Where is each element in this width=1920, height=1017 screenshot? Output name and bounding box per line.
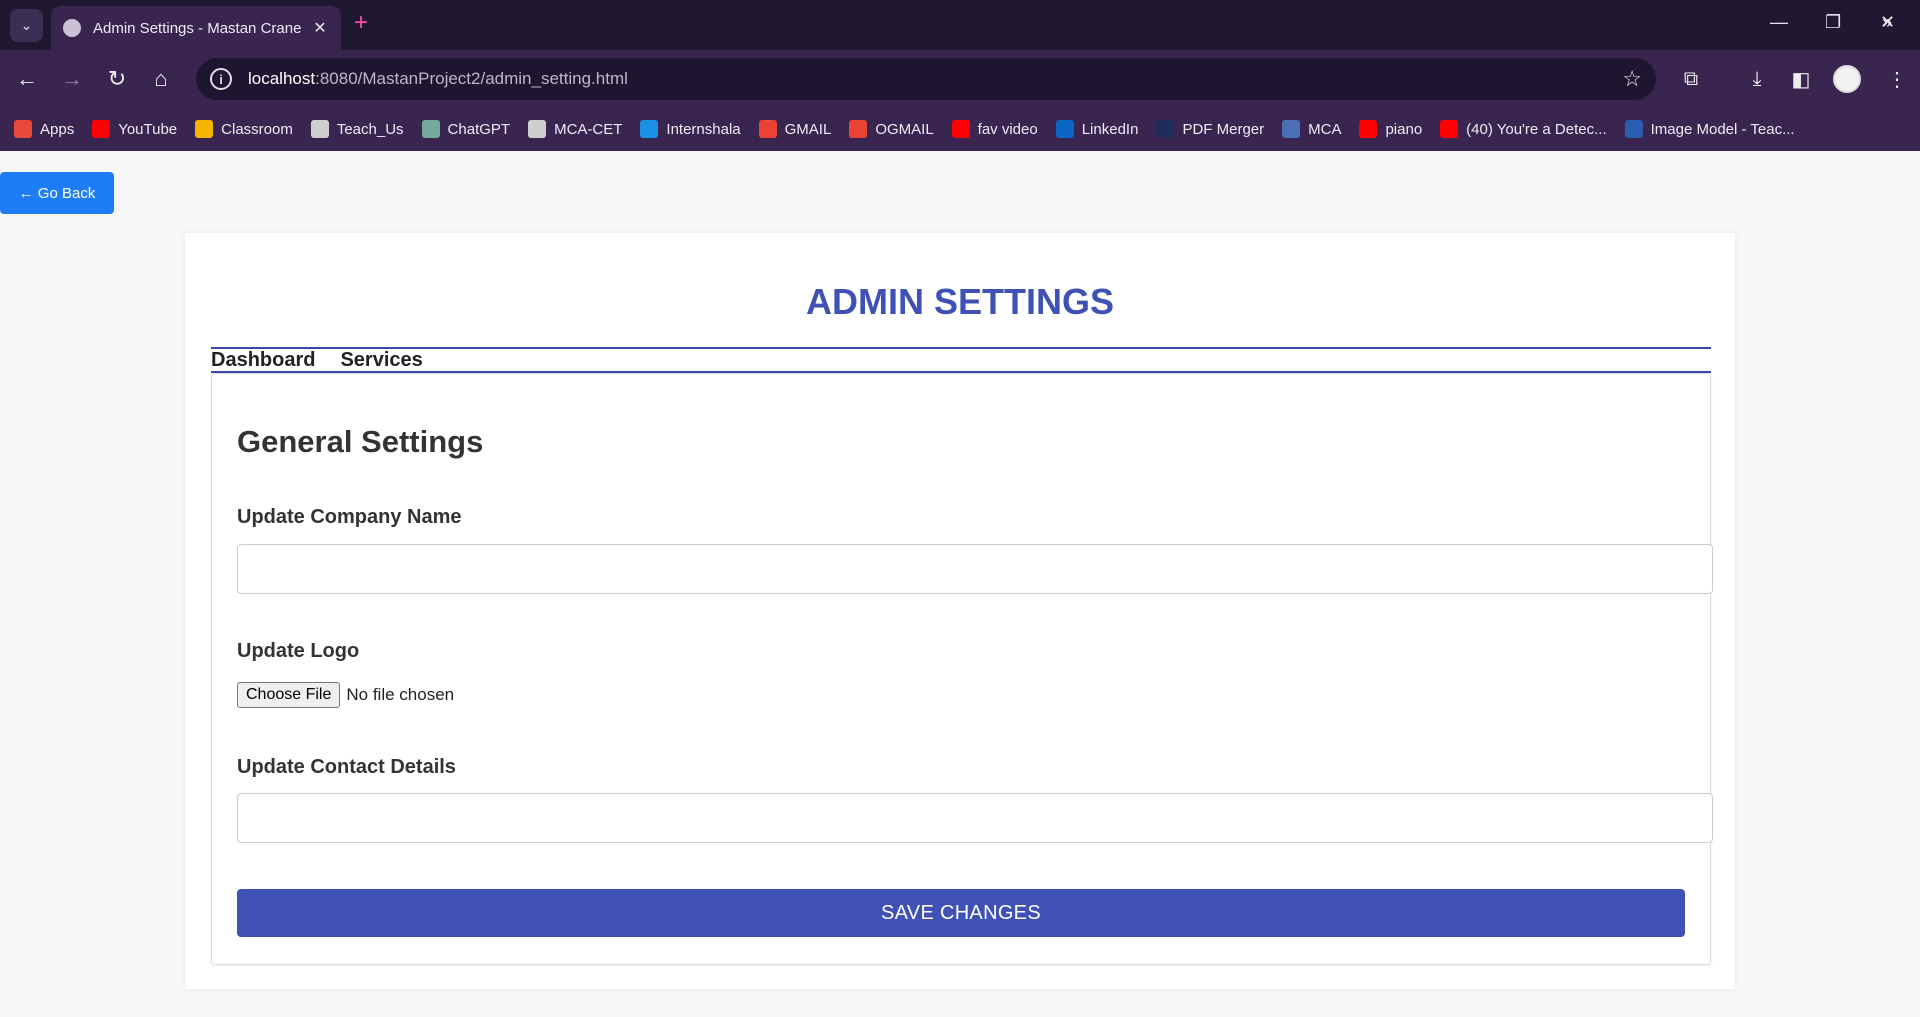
admin-nav: Dashboard Services [211,347,1711,373]
url-text[interactable]: localhost:8080/MastanProject2/admin_sett… [248,69,628,89]
address-bar[interactable]: i localhost:8080/MastanProject2/admin_se… [196,58,1656,100]
tab-admin-settings[interactable]: Admin Settings - Mastan Crane ✕ [51,6,341,50]
pdf-merger-icon [1156,120,1175,138]
bookmark-item[interactable]: MCA [1282,120,1341,138]
bookmark-item[interactable]: OGMAIL [849,120,934,138]
globe-icon [310,120,329,138]
globe-icon [63,19,81,37]
arrow-right-icon: → [61,66,83,91]
youtube-icon [951,120,970,138]
browser-toolbar: ← → ↻ ⌂ i localhost:8080/MastanProject2/… [0,50,1920,107]
youtube-icon [1440,120,1459,138]
bookmark-item[interactable]: (40) You're a Detec... [1440,120,1607,138]
bookmark-item[interactable]: PDF Merger [1156,120,1264,138]
browser-chrome: ⌄ Admin Settings - Mastan Crane ✕ + — ❐ … [0,0,1920,151]
file-status-text: No file chosen [346,685,455,704]
bookmark-item[interactable]: Internshala [640,120,741,138]
more-bookmarks-icon[interactable]: » [1882,12,1892,33]
bookmark-item[interactable]: Image Model - Teac... [1624,120,1795,138]
go-back-button[interactable]: ← Go Back [0,172,114,214]
restore-button[interactable]: ❐ [1825,12,1841,33]
logo-file-input: Choose File No file chosen [237,682,454,708]
bookmark-label: OGMAIL [875,120,934,138]
home-button[interactable]: ⌂ [144,62,178,96]
bookmark-label: Classroom [221,120,293,138]
bookmark-item[interactable]: ChatGPT [421,120,511,138]
general-settings-panel: General Settings Update Company Name Upd… [211,373,1713,965]
profile-avatar[interactable] [1833,65,1861,93]
apps-grid-icon [14,120,32,138]
bookmark-label: PDF Merger [1182,120,1265,138]
bookmark-label: Apps [40,120,75,138]
new-tab-button[interactable]: + [354,11,368,35]
bookmark-item[interactable]: LinkedIn [1055,120,1139,138]
bookmark-item[interactable]: fav video [951,120,1038,138]
chatgpt-icon [421,120,440,138]
tab-strip: ⌄ Admin Settings - Mastan Crane ✕ + — ❐ … [0,0,1920,50]
back-button[interactable]: ← [10,62,44,96]
globe-icon [528,120,547,138]
section-title: General Settings [237,424,484,459]
page-title: ADMIN SETTINGS [805,281,1114,322]
tab-search-button[interactable]: ⌄ [10,9,43,42]
contact-details-input[interactable] [237,793,1713,843]
bookmark-label: MCA-CET [554,120,623,138]
download-icon[interactable]: ⤓ [1740,62,1774,96]
bookmarks-bar: Apps YouTube Classroom Teach_Us ChatGPT MCA-C… [0,107,1920,151]
nav-link-services[interactable]: Services [340,349,422,372]
youtube-icon [92,120,111,138]
bookmark-star-icon[interactable]: ☆ [1622,66,1642,92]
bookmark-label: YouTube [118,120,178,138]
cet-icon [1282,120,1301,138]
bookmark-label: piano [1385,120,1423,138]
settings-card: ADMIN SETTINGS Dashboard Services Genera… [185,233,1735,989]
bookmark-item[interactable]: GMAIL [758,120,832,138]
bookmark-item[interactable]: YouTube [92,120,177,138]
classroom-icon [195,120,214,138]
bookmark-label: MCA [1308,120,1342,138]
internshala-icon [640,120,659,138]
forward-button[interactable]: → [55,62,89,96]
company-name-label: Update Company Name [237,506,462,528]
gmail-icon [849,120,868,138]
close-tab-icon[interactable]: ✕ [311,18,329,38]
tab-title: Admin Settings - Mastan Crane [93,19,302,37]
home-icon: ⌂ [154,66,168,91]
bookmark-label: GMAIL [784,120,832,138]
more-menu-icon[interactable]: ⋮ [1880,62,1914,96]
bookmark-label: fav video [977,120,1038,138]
contact-details-label: Update Contact Details [237,756,456,778]
page-body: ← Go Back ADMIN SETTINGS Dashboard Servi… [0,151,1920,1017]
company-name-input[interactable] [237,544,1713,594]
gmail-icon [758,120,777,138]
logo-label: Update Logo [237,640,360,662]
save-changes-button[interactable]: SAVE CHANGES [237,889,1685,937]
arrow-left-icon: ← [16,66,38,91]
bookmark-label: (40) You're a Detec... [1466,120,1607,138]
youtube-icon [1359,120,1378,138]
bookmark-label: Internshala [666,120,741,138]
tm-icon [1624,120,1643,138]
nav-link-dashboard[interactable]: Dashboard [211,349,315,372]
bookmark-label: Image Model - Teac... [1650,120,1795,138]
bookmark-label: ChatGPT [447,120,511,138]
chevron-down-icon: ⌄ [20,17,33,33]
reload-icon: ↻ [107,66,127,91]
reload-button[interactable]: ↻ [100,62,134,96]
extensions-icon[interactable]: ⧉ [1674,62,1708,96]
bookmark-item[interactable]: Teach_Us [310,120,404,138]
bookmark-item[interactable]: MCA-CET [528,120,622,138]
bookmark-item[interactable]: Apps [14,120,74,138]
bookmark-item[interactable]: piano [1359,120,1422,138]
minimize-button[interactable]: — [1770,12,1788,33]
site-info-icon[interactable]: i [210,68,232,90]
linkedin-icon [1055,120,1074,138]
bookmark-label: Teach_Us [336,120,404,138]
bookmark-item[interactable]: Classroom [195,120,293,138]
side-panel-icon[interactable]: ◧ [1784,62,1818,96]
bookmark-label: LinkedIn [1081,120,1139,138]
choose-file-button[interactable]: Choose File [237,682,341,708]
